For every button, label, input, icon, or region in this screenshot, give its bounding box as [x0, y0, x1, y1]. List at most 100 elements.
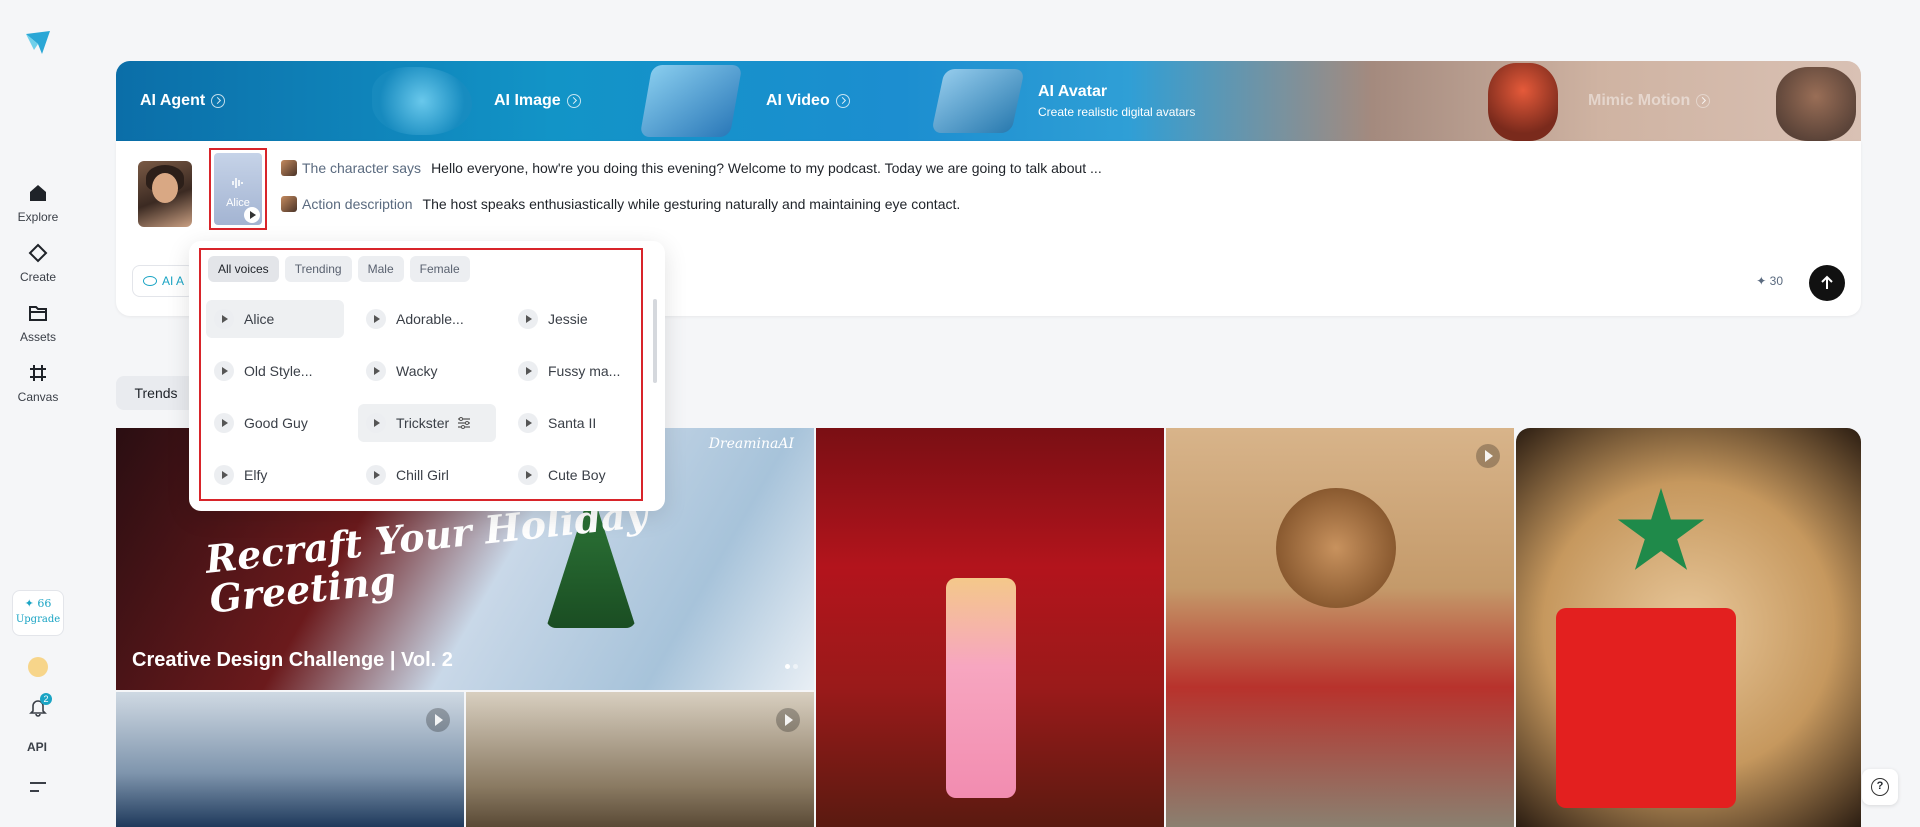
home-icon	[30, 185, 46, 201]
voice-item-old-style[interactable]: Old Style...	[206, 352, 344, 390]
tools-banner: AI Agent AI Image AI Video AI Avatar Cre…	[116, 61, 1861, 141]
action-description-line[interactable]: Action description The host speaks enthu…	[281, 196, 960, 212]
play-icon	[776, 708, 800, 732]
character-says-tag: The character says	[302, 160, 422, 176]
voice-item-jessie[interactable]: Jessie	[510, 300, 648, 338]
play-icon[interactable]	[366, 413, 386, 433]
gallery-tile[interactable]	[116, 692, 464, 827]
play-icon[interactable]	[214, 413, 234, 433]
voice-item-fussy[interactable]: Fussy ma...	[510, 352, 648, 390]
sidebar-item-explore[interactable]: Explore	[8, 182, 68, 232]
filter-male[interactable]: Male	[357, 256, 404, 282]
menu-icon[interactable]	[29, 780, 47, 794]
gallery-tile[interactable]	[816, 428, 1164, 827]
tool-ai-image[interactable]: AI Image	[494, 61, 581, 141]
play-icon[interactable]	[366, 465, 386, 485]
api-link[interactable]: API	[27, 740, 47, 754]
help-button[interactable]: ?	[1862, 769, 1898, 805]
character-avatar-icon	[281, 160, 297, 176]
play-icon[interactable]	[518, 309, 538, 329]
waveform-icon	[232, 178, 243, 188]
play-icon[interactable]	[214, 465, 234, 485]
spark-icon: ✦	[1756, 274, 1767, 288]
play-icon	[1476, 444, 1500, 468]
settings-sliders-icon[interactable]	[457, 417, 471, 429]
play-icon[interactable]	[366, 361, 386, 381]
voice-item-alice[interactable]: Alice	[206, 300, 344, 338]
eye-icon	[143, 276, 157, 286]
tab-trends[interactable]: Trends	[116, 376, 196, 410]
ai-agent-toggle[interactable]: AI A	[132, 265, 196, 297]
sidebar-item-label: Create	[19, 270, 57, 284]
filter-trending[interactable]: Trending	[284, 256, 352, 282]
voice-selector[interactable]: Alice	[209, 148, 267, 230]
voice-item-adorable[interactable]: Adorable...	[358, 300, 496, 338]
play-icon[interactable]	[214, 361, 234, 381]
filter-female[interactable]: Female	[409, 256, 470, 282]
voice-filters: All voices Trending Male Female	[208, 256, 470, 282]
sidebar-item-assets[interactable]: Assets	[8, 302, 68, 352]
voice-item-cute-boy[interactable]: Cute Boy	[510, 456, 648, 494]
gallery-tile[interactable]	[1516, 428, 1861, 827]
character-says-text: Hello everyone, how're you doing this ev…	[431, 160, 1102, 176]
avatar-portrait[interactable]	[138, 161, 192, 227]
tool-ai-avatar[interactable]: AI Avatar Create realistic digital avata…	[1038, 61, 1195, 141]
sidebar: Explore Create Assets Canvas ✦ 66 Upgrad…	[0, 0, 76, 827]
brand-watermark: DreaminaAI	[708, 436, 794, 452]
credits-upgrade-box[interactable]: ✦ 66 Upgrade	[12, 590, 64, 636]
carousel-dots[interactable]	[782, 656, 798, 674]
upgrade-link[interactable]: Upgrade	[13, 614, 63, 625]
app-logo-icon[interactable]	[24, 28, 52, 56]
ai-agent-toggle-label: AI A	[162, 274, 185, 288]
play-icon[interactable]	[518, 465, 538, 485]
sidebar-item-label: Assets	[19, 330, 56, 344]
doll-figure-image	[946, 578, 1016, 798]
tool-ai-agent[interactable]: AI Agent	[140, 61, 226, 141]
avatar[interactable]	[28, 657, 48, 677]
voice-item-wacky[interactable]: Wacky	[358, 352, 496, 390]
grid-icon	[30, 365, 46, 381]
feature-caption: Creative Design Challenge | Vol. 2	[132, 649, 453, 671]
question-icon: ?	[1871, 778, 1889, 796]
chevron-right-icon	[835, 94, 850, 108]
tool-ai-video[interactable]: AI Video	[766, 61, 850, 141]
voice-item-santa-ii[interactable]: Santa II	[510, 404, 648, 442]
sidebar-item-canvas[interactable]: Canvas	[8, 362, 68, 412]
filter-all-voices[interactable]: All voices	[208, 256, 279, 282]
voice-item-trickster[interactable]: Trickster	[358, 404, 496, 442]
credit-cost: ✦ 30	[1756, 274, 1783, 288]
voice-item-good-guy[interactable]: Good Guy	[206, 404, 344, 442]
play-icon	[426, 708, 450, 732]
chevron-right-icon	[211, 94, 226, 108]
chevron-right-icon	[1696, 94, 1711, 108]
diamond-icon	[28, 243, 48, 263]
voice-item-elfy[interactable]: Elfy	[206, 456, 344, 494]
avatar-character-illustration	[1488, 63, 1558, 141]
gallery-tile[interactable]	[466, 692, 814, 827]
sidebar-item-create[interactable]: Create	[8, 242, 68, 292]
sidebar-item-label: Canvas	[17, 390, 59, 404]
ai-avatar-illustration	[931, 69, 1025, 133]
action-description-tag: Action description	[302, 196, 413, 212]
play-icon[interactable]	[214, 309, 234, 329]
play-icon[interactable]	[244, 207, 260, 223]
credits-count: 66	[37, 597, 52, 610]
send-button[interactable]	[1809, 265, 1845, 301]
mimic-motion-illustration	[1776, 67, 1856, 141]
character-says-line[interactable]: The character says Hello everyone, how'r…	[281, 160, 1102, 176]
ai-image-illustration	[372, 67, 472, 135]
voice-dropdown: All voices Trending Male Female Alice Ad…	[189, 241, 665, 511]
play-icon[interactable]	[518, 361, 538, 381]
gift-box-image	[1556, 608, 1736, 808]
voice-list-scrollbar[interactable]	[653, 299, 657, 383]
voice-item-chill-girl[interactable]: Chill Girl	[358, 456, 496, 494]
tool-subtitle: Create realistic digital avatars	[1038, 105, 1196, 119]
star-balloon-image	[1617, 488, 1705, 570]
tool-mimic-motion[interactable]: Mimic Motion	[1588, 61, 1711, 141]
sidebar-item-label: Explore	[17, 210, 59, 224]
gallery-tile[interactable]	[1166, 428, 1514, 827]
play-icon[interactable]	[518, 413, 538, 433]
play-icon[interactable]	[366, 309, 386, 329]
action-description-text: The host speaks enthusiastically while g…	[422, 196, 961, 212]
folder-icon	[29, 306, 47, 321]
